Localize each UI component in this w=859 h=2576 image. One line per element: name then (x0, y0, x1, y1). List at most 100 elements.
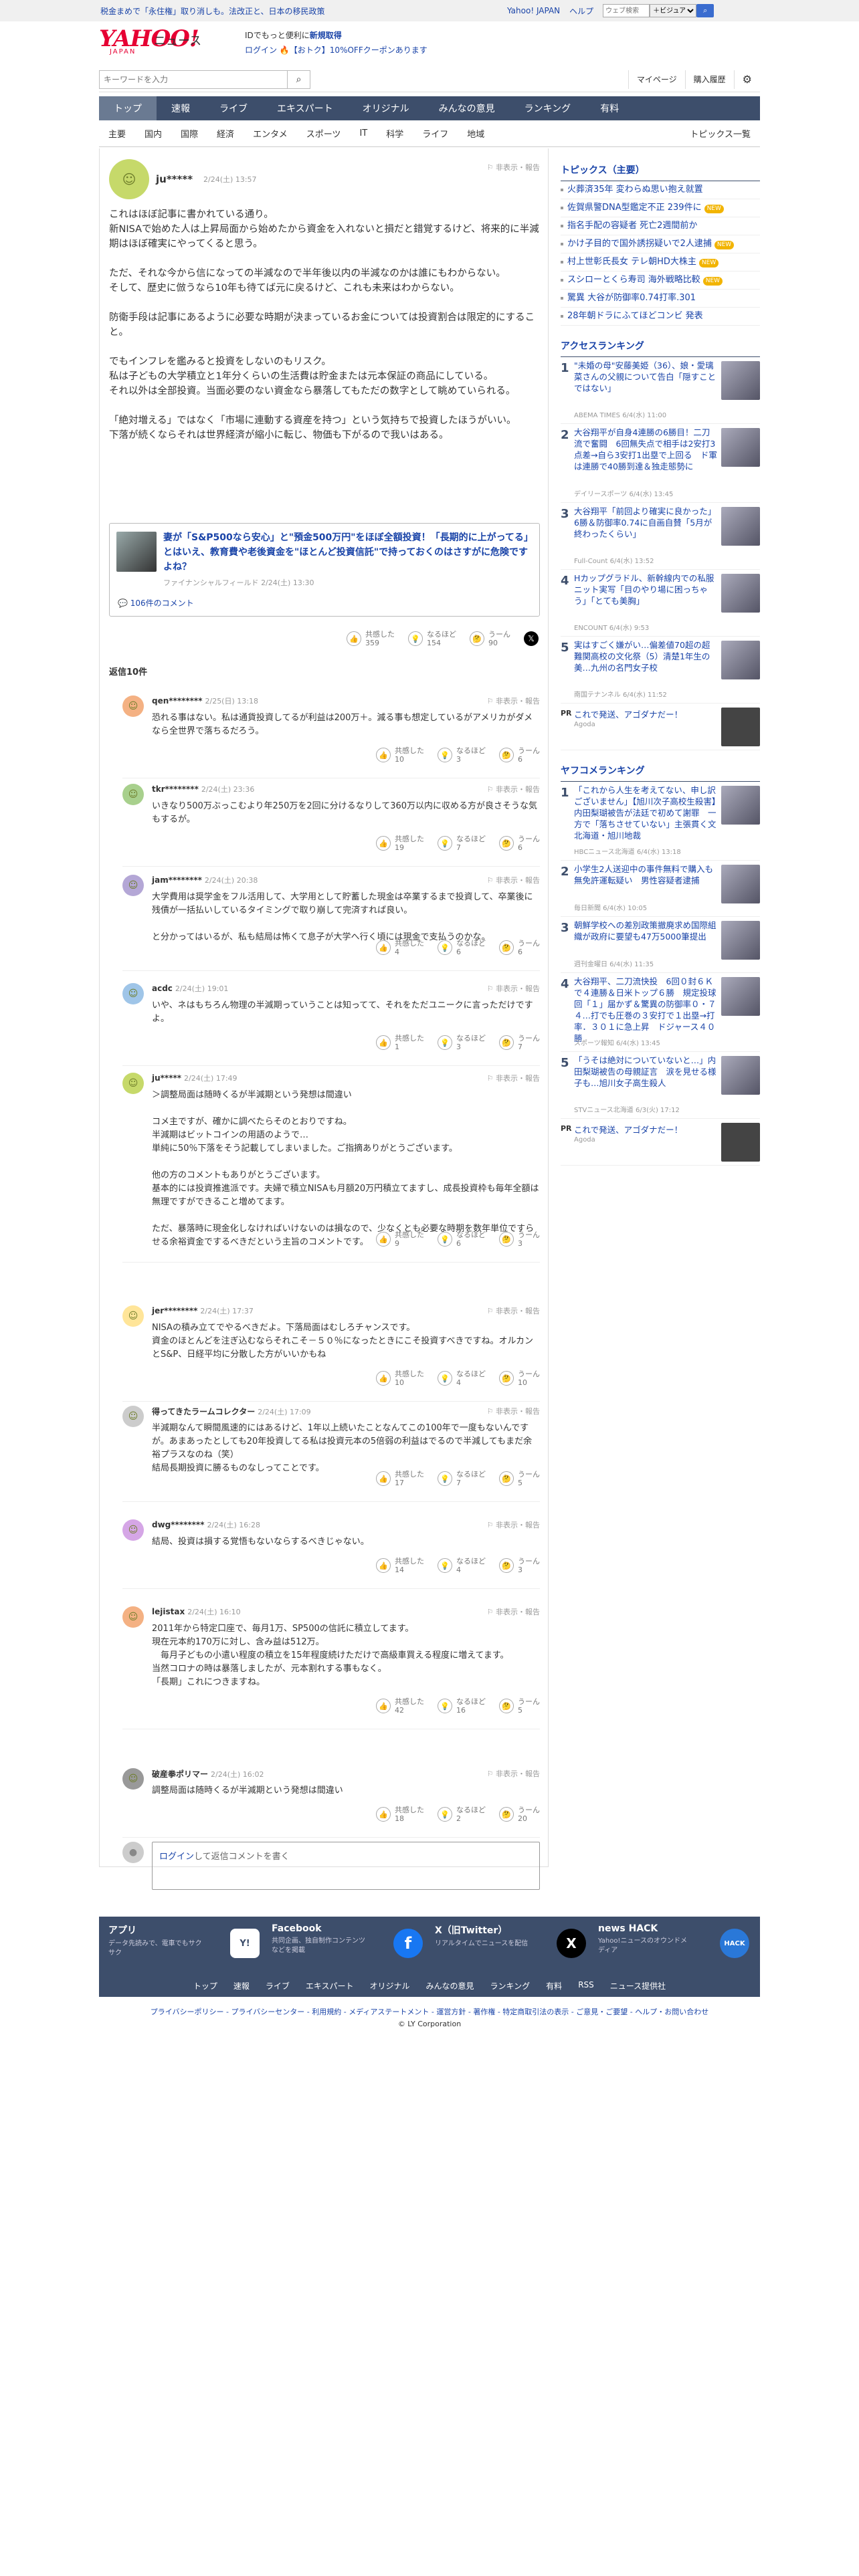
topic-title[interactable]: 火葬済35年 変わらぬ思い抱え就置 (567, 185, 703, 195)
avatar[interactable]: ☺ (122, 1606, 144, 1628)
cat-sports[interactable]: スポーツ (297, 127, 351, 140)
report-link[interactable]: ⚐ 非表示・報告 (487, 1606, 540, 1617)
article-comments-link[interactable]: 💬 106件のコメント (118, 597, 194, 609)
nav-expert[interactable]: エキスパート (262, 96, 348, 120)
settings-button[interactable]: ⚙ (733, 70, 760, 89)
legal-links[interactable]: プライバシーポリシー - プライバシーセンター - 利用規約 - メディアステー… (99, 2006, 760, 2017)
uun-button[interactable]: 🤔 うーん 3 (499, 1230, 540, 1248)
nav-opinion[interactable]: みんなの意見 (424, 96, 510, 120)
mypage-button[interactable]: マイページ (628, 70, 685, 89)
topic-item[interactable]: かけ子目的で国外誘拐疑いで2人逮捕 NEW (561, 235, 760, 253)
article-title[interactable]: 妻が「S&P500なら安心」と"預金500万円"をほぼ全額投資！「長期的に上がっ… (163, 530, 531, 574)
pr-ad-2[interactable]: PR これで発送、アゴダナだー！ Agoda (561, 1119, 760, 1166)
like-button[interactable]: 👍 共感した 42 (376, 1697, 424, 1715)
access-ranking-heading[interactable]: アクセスランキング (561, 339, 760, 357)
avatar[interactable]: ☺ (122, 695, 144, 717)
nav-paid[interactable]: 有料 (585, 96, 634, 120)
news-label[interactable]: ニュース (154, 31, 201, 49)
footer-link[interactable]: ライブ (266, 1980, 290, 1992)
comment-user[interactable]: ju***** (156, 173, 193, 185)
ranking-item[interactable]: 4 大谷翔平、二刀流快投 6回０封６Ｋで４連勝＆日米トップ６勝 規定投球回「１」… (561, 973, 760, 1052)
naruhodo-button[interactable]: 💡 なるほど 154 (408, 630, 456, 647)
topic-item[interactable]: 驚異 大谷が防御率0.74打率.301 (561, 290, 760, 308)
like-button[interactable]: 👍 共感した 9 (376, 1230, 424, 1248)
nav-ranking[interactable]: ランキング (510, 96, 586, 120)
yahoo-japan-link[interactable]: Yahoo! JAPAN (507, 6, 560, 15)
nav-top[interactable]: トップ (99, 96, 157, 120)
yafuko-ranking-heading[interactable]: ヤフコメランキング (561, 764, 760, 782)
naruhodo-button[interactable]: 💡 なるほど 6 (438, 939, 486, 956)
uun-button[interactable]: 🤔 うーん 5 (499, 1697, 540, 1715)
rank-title[interactable]: 大谷翔平、二刀流快投 6回０封６Ｋで４連勝＆日米トップ６勝 規定投球回「１」届か… (574, 976, 717, 1044)
rank-title[interactable]: "未婚の母"安藤美姫（36）、娘・愛璃菜さんの父親について告白「隠すことではない… (574, 360, 717, 394)
rank-title[interactable]: 小学生2人送迎中の事件無料で購入も無免許運転疑い 男性容疑者逮捕 (574, 863, 717, 886)
yahoo-logo[interactable]: YAHOO! JAPAN (99, 27, 199, 58)
topic-title[interactable]: 佐賀県警DNA型鑑定不正 239件に (567, 203, 702, 213)
pr-title[interactable]: これで発送、アゴダナだー！ (574, 708, 682, 720)
topic-title[interactable]: 驚異 大谷が防御率0.74打率.301 (567, 293, 696, 303)
avatar[interactable]: ☺ (122, 1305, 144, 1327)
help-link[interactable]: ヘルプ (569, 5, 593, 17)
reply-user[interactable]: acdc (152, 984, 173, 993)
naruhodo-button[interactable]: 💡 なるほど 4 (438, 1370, 486, 1387)
avatar[interactable]: ☺ (122, 784, 144, 805)
reply-user[interactable]: tkr******** (152, 784, 199, 794)
naruhodo-button[interactable]: 💡 なるほど 16 (438, 1697, 486, 1715)
footer-link[interactable]: オリジナル (370, 1980, 410, 1992)
topics-heading[interactable]: トピックス（主要） (561, 163, 760, 181)
cat-local[interactable]: 地域 (458, 127, 494, 140)
topic-title[interactable]: スシローとくら寿司 海外戦略比較 (567, 275, 700, 285)
register-link[interactable]: 新規取得 (310, 31, 342, 40)
report-link[interactable]: ⚐ 非表示・報告 (487, 695, 540, 706)
article-card[interactable]: 妻が「S&P500なら安心」と"預金500万円"をほぼ全額投資！「長期的に上がっ… (109, 523, 540, 617)
uun-button[interactable]: 🤔 うーん 10 (499, 1370, 540, 1387)
topic-title[interactable]: 村上世彰氏長女 テレ朝HD大株主 (567, 257, 696, 267)
like-button[interactable]: 👍 共感した 359 (347, 630, 395, 647)
avatar[interactable]: ☺ (122, 1406, 144, 1427)
pr-title[interactable]: これで発送、アゴダナだー！ (574, 1123, 682, 1136)
report-link[interactable]: ⚐ 非表示・報告 (487, 1073, 540, 1083)
topic-item[interactable]: スシローとくら寿司 海外戦略比較 NEW (561, 272, 760, 290)
footer-facebook[interactable]: Facebook 共同企画、独自制作コンテンツなどを掲載 f (272, 1923, 428, 1966)
topic-item[interactable]: 火葬済35年 変わらぬ思い抱え就置 (561, 181, 760, 199)
reply-login-link[interactable]: ログイン (159, 1852, 194, 1862)
report-link[interactable]: ⚐ 非表示・報告 (487, 1305, 540, 1316)
footer-link[interactable]: ランキング (490, 1980, 531, 1992)
ranking-item[interactable]: 2 小学生2人送迎中の事件無料で購入も無免許運転疑い 男性容疑者逮捕 毎日新聞 … (561, 861, 760, 917)
news-search-button[interactable]: ⌕ (287, 70, 310, 88)
reply-user[interactable]: dwg******** (152, 1520, 204, 1529)
pr-ad[interactable]: PR これで発送、アゴダナだー！ Agoda (561, 704, 760, 750)
reply-user[interactable]: qen******** (152, 696, 202, 706)
like-button[interactable]: 👍 共感した 19 (376, 835, 424, 852)
cat-it[interactable]: IT (350, 128, 377, 138)
rank-title[interactable]: 「うそは絶対についていないと…」内田梨瑚被告の母親証言 涙を見せる様子も…旭川女… (574, 1055, 717, 1089)
ranking-item[interactable]: 5 「うそは絶対についていないと…」内田梨瑚被告の母親証言 涙を見せる様子も…旭… (561, 1052, 760, 1119)
naruhodo-button[interactable]: 💡 なるほど 7 (438, 835, 486, 852)
footer-link[interactable]: みんなの意見 (426, 1980, 474, 1992)
avatar[interactable]: ☺ (122, 1768, 144, 1790)
share-x-button[interactable]: 𝕏 (524, 631, 539, 646)
like-button[interactable]: 👍 共感した 17 (376, 1470, 424, 1487)
nav-original[interactable]: オリジナル (348, 96, 424, 120)
rank-title[interactable]: 大谷翔平「前回より確実に良かった」 6勝＆防御率0.74に自画自賛「5月が終わっ… (574, 506, 717, 540)
avatar[interactable]: ☺ (109, 159, 149, 199)
rank-title[interactable]: 「これから人生を考えてない、申し訳ございません」【旭川次子高校生殺害】内田梨瑚被… (574, 784, 725, 841)
cat-economy[interactable]: 経済 (207, 127, 244, 140)
report-link[interactable]: ⚐ 非表示・報告 (487, 983, 540, 994)
topics-list-link[interactable]: トピックス一覧 (680, 127, 760, 140)
promo-link[interactable]: 税金まめで「永住権」取り消しも。法改正と、日本の移民政策 (100, 5, 325, 17)
like-button[interactable]: 👍 共感した 18 (376, 1806, 424, 1823)
reply-user[interactable]: lejistax (152, 1607, 185, 1616)
naruhodo-button[interactable]: 💡 なるほど 6 (438, 1230, 486, 1248)
rank-title[interactable]: 大谷翔平が自身4連勝の6勝目！二刀流で奮闘 6回無失点で相手は2安打3点差→自ら… (574, 427, 717, 472)
topic-item[interactable]: 佐賀県警DNA型鑑定不正 239件に NEW (561, 199, 760, 217)
login-link[interactable]: ログイン (245, 45, 277, 55)
footer-link[interactable]: RSS (578, 1980, 594, 1992)
reply-user[interactable]: jer******** (152, 1306, 197, 1315)
topic-item[interactable]: 28年朝ドラにふてほどコンビ 発表 (561, 308, 760, 326)
like-button[interactable]: 👍 共感した 14 (376, 1557, 424, 1574)
report-link[interactable]: ⚐ 非表示・報告 (487, 162, 540, 173)
like-button[interactable]: 👍 共感した 10 (376, 746, 424, 764)
report-link[interactable]: ⚐ 非表示・報告 (487, 1768, 540, 1779)
coupon-link[interactable]: 【おトク】10%OFFクーポンあります (290, 45, 427, 55)
